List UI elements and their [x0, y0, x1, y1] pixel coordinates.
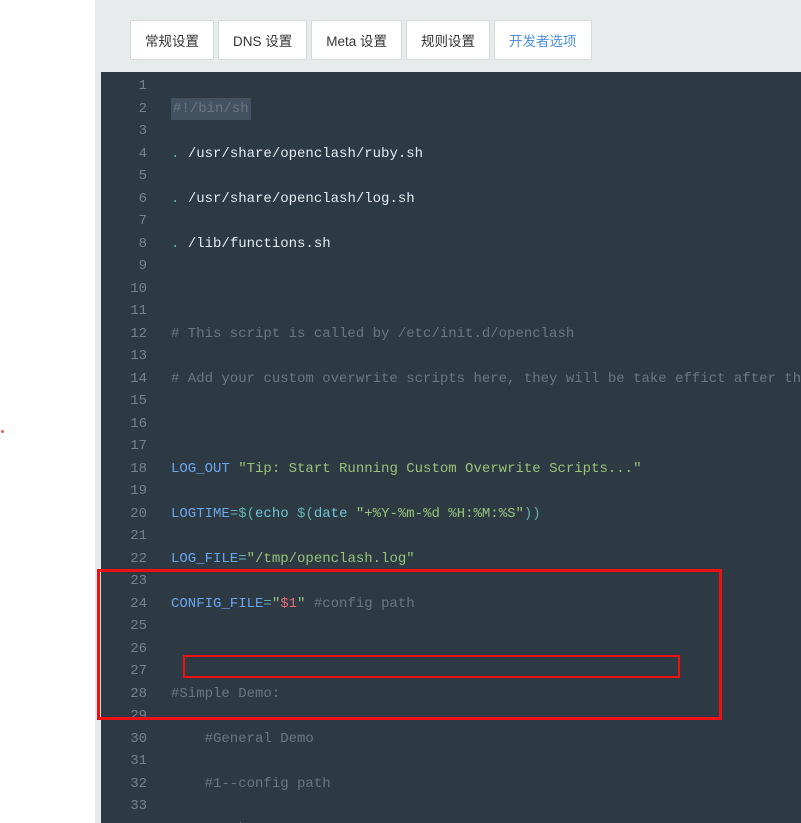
left-panel [0, 0, 95, 823]
gutter: 1234567891011121314151617181920212223242… [101, 72, 159, 823]
code-line-10: LOGTIME=$(echo $(date "+%Y-%m-%d %H:%M:%… [171, 503, 801, 526]
line-number: 15 [101, 390, 159, 413]
line-number: 7 [101, 210, 159, 233]
line-number: 9 [101, 255, 159, 278]
code-line-5 [171, 278, 801, 301]
code-line-16: #1--config path [171, 773, 801, 796]
line-number: 23 [101, 570, 159, 593]
code-line-9: LOG_OUT "Tip: Start Running Custom Overw… [171, 458, 801, 481]
line-number: 13 [101, 345, 159, 368]
line-number: 4 [101, 143, 159, 166]
line-number: 22 [101, 548, 159, 571]
code-line-3: . /usr/share/openclash/log.sh [171, 188, 801, 211]
line-number: 20 [101, 503, 159, 526]
line-number: 10 [101, 278, 159, 301]
line-number: 18 [101, 458, 159, 481]
code-line-13 [171, 638, 801, 661]
line-number: 24 [101, 593, 159, 616]
code-line-15: #General Demo [171, 728, 801, 751]
code-line-6: # This script is called by /etc/init.d/o… [171, 323, 801, 346]
line-number: 33 [101, 795, 159, 818]
line-number: 8 [101, 233, 159, 256]
code-line-2: . /usr/share/openclash/ruby.sh [171, 143, 801, 166]
line-number: 30 [101, 728, 159, 751]
code-line-11: LOG_FILE="/tmp/openclash.log" [171, 548, 801, 571]
red-dot-marker [1, 430, 4, 433]
line-number: 27 [101, 660, 159, 683]
tab-strip: 常规设置 DNS 设置 Meta 设置 规则设置 开发者选项 [130, 20, 592, 60]
line-number: 17 [101, 435, 159, 458]
code-line-7: # Add your custom overwrite scripts here… [171, 368, 801, 391]
code-area[interactable]: #!/bin/sh . /usr/share/openclash/ruby.sh… [159, 72, 801, 823]
line-number: 19 [101, 480, 159, 503]
code-line-14: #Simple Demo: [171, 683, 801, 706]
line-number: 16 [101, 413, 159, 436]
tab-developer[interactable]: 开发者选项 [494, 20, 592, 60]
line-number: 3 [101, 120, 159, 143]
tab-rules[interactable]: 规则设置 [406, 20, 490, 60]
code-line-8 [171, 413, 801, 436]
code-editor[interactable]: 1234567891011121314151617181920212223242… [101, 72, 801, 823]
line-number: 11 [101, 300, 159, 323]
line-number: 21 [101, 525, 159, 548]
code-line-12: CONFIG_FILE="$1" #config path [171, 593, 801, 616]
code-line-4: . /lib/functions.sh [171, 233, 801, 256]
line-number: 6 [101, 188, 159, 211]
code-line-17: #2--key name [171, 818, 801, 823]
top-gap [95, 0, 801, 15]
tab-general[interactable]: 常规设置 [130, 20, 214, 60]
code-line-1: #!/bin/sh [171, 98, 801, 121]
line-number: 14 [101, 368, 159, 391]
line-number: 2 [101, 98, 159, 121]
line-number: 5 [101, 165, 159, 188]
line-number: 25 [101, 615, 159, 638]
line-number: 12 [101, 323, 159, 346]
line-number: 31 [101, 750, 159, 773]
line-number: 32 [101, 773, 159, 796]
line-number: 28 [101, 683, 159, 706]
line-number: 1 [101, 75, 159, 98]
line-number: 26 [101, 638, 159, 661]
line-number: 29 [101, 705, 159, 728]
tab-dns[interactable]: DNS 设置 [218, 20, 307, 60]
tab-meta[interactable]: Meta 设置 [311, 20, 402, 60]
